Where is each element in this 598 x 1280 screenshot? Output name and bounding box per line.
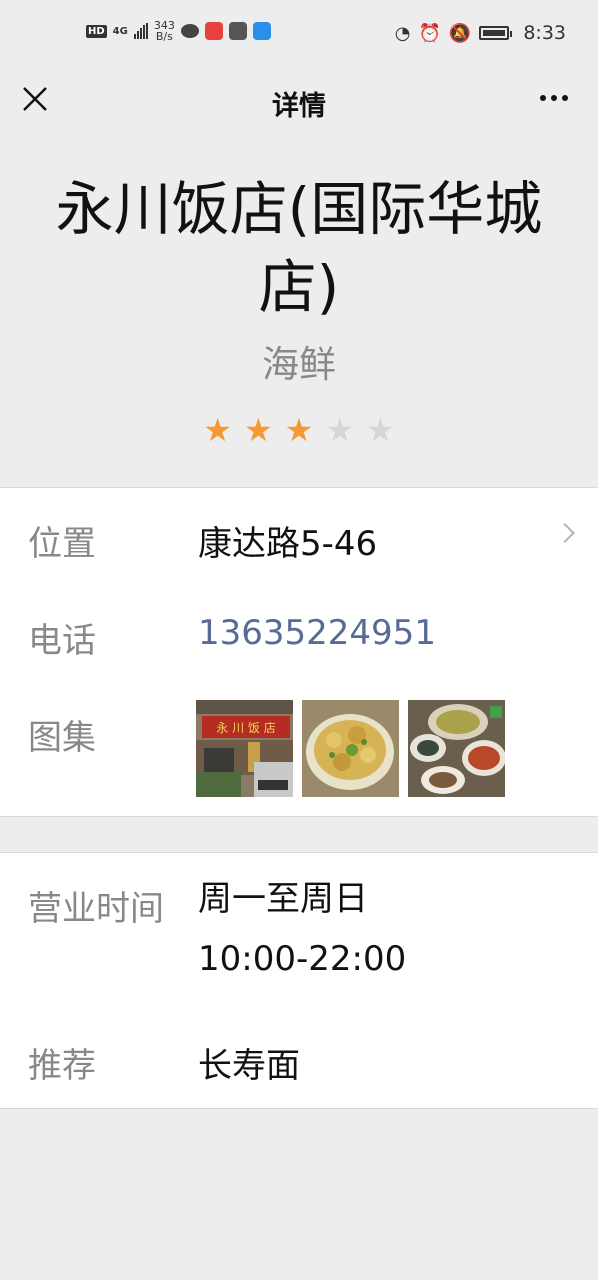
recommend-label: 推荐 (28, 1046, 96, 1086)
shop-header: 永川饭店(国际华城店) 海鲜 ★ ★ ★ ★ ★ (0, 170, 598, 446)
extra-info-card: 营业时间 周一至周日 10:00-22:00 推荐 长寿面 (0, 852, 598, 1109)
gallery-image-table-dishes[interactable] (408, 700, 505, 797)
hours-time: 10:00-22:00 (198, 939, 407, 979)
phone-link[interactable]: 13635224951 (198, 613, 436, 653)
gallery-row: 图集 永 川 饭 店 (0, 700, 598, 800)
clock: 8:33 (523, 22, 566, 44)
mute-icon: 🔕 (448, 22, 472, 44)
status-right: ◔ ⏰ 🔕 8:33 (395, 22, 566, 44)
more-icon-dot (551, 95, 557, 101)
hours-value: 周一至周日 10:00-22:00 (198, 869, 406, 989)
svg-text:永 川 饭 店: 永 川 饭 店 (216, 721, 275, 735)
more-icon-dot (562, 95, 568, 101)
location-value: 康达路5-46 (198, 524, 378, 564)
info-card: 位置 康达路5-46 电话 13635224951 图集 永 川 饭 店 (0, 487, 598, 817)
phone-label: 电话 (28, 621, 96, 661)
chevron-right-icon (555, 523, 575, 543)
data-saver-icon: ◔ (394, 22, 411, 44)
star-filled-icon: ★ (284, 411, 314, 449)
location-label: 位置 (28, 524, 96, 564)
hours-label: 营业时间 (28, 889, 164, 929)
page-title: 详情 (272, 91, 326, 122)
rating-stars: ★ ★ ★ ★ ★ (0, 414, 598, 446)
star-filled-icon: ★ (243, 411, 273, 449)
shop-name: 永川饭店(国际华城店) (55, 175, 543, 321)
battery-icon (479, 26, 513, 40)
status-bar: HD 4G 343 B/s ◔ ⏰ 🔕 8:33 (0, 0, 598, 70)
network-speed: 343 B/s (154, 20, 175, 42)
more-button[interactable] (540, 95, 568, 101)
gallery-thumbnails: 永 川 饭 店 (196, 700, 505, 797)
hd-badge: HD (86, 24, 107, 38)
gallery-image-fried-dish[interactable] (302, 700, 399, 797)
message-icon (180, 24, 199, 38)
star-filled-icon: ★ (203, 411, 232, 449)
alarm-icon: ⏰ (418, 22, 441, 44)
hours-days: 周一至周日 (198, 879, 368, 919)
star-empty-icon: ★ (325, 411, 355, 449)
recommend-row: 推荐 长寿面 (0, 1038, 598, 1088)
location-row[interactable]: 位置 康达路5-46 (0, 516, 598, 576)
signal-icon (133, 23, 148, 39)
shop-category: 海鲜 (262, 343, 336, 386)
gallery-label: 图集 (28, 718, 96, 758)
status-left: HD 4G 343 B/s (86, 20, 271, 42)
network-type: 4G (112, 25, 128, 37)
hours-row: 营业时间 周一至周日 10:00-22:00 (0, 879, 598, 991)
phone-row[interactable]: 电话 13635224951 (0, 613, 598, 673)
nav-bar: 详情 (0, 70, 598, 130)
shield-app-icon (228, 22, 247, 40)
more-icon-dot (540, 95, 546, 101)
gallery-image-storefront[interactable]: 永 川 饭 店 (196, 700, 293, 797)
star-empty-icon: ★ (366, 411, 395, 449)
recommend-value: 长寿面 (198, 1046, 300, 1086)
network-speed-unit: B/s (155, 30, 173, 43)
alipay-icon (252, 22, 271, 40)
shopping-app-icon (204, 22, 223, 40)
